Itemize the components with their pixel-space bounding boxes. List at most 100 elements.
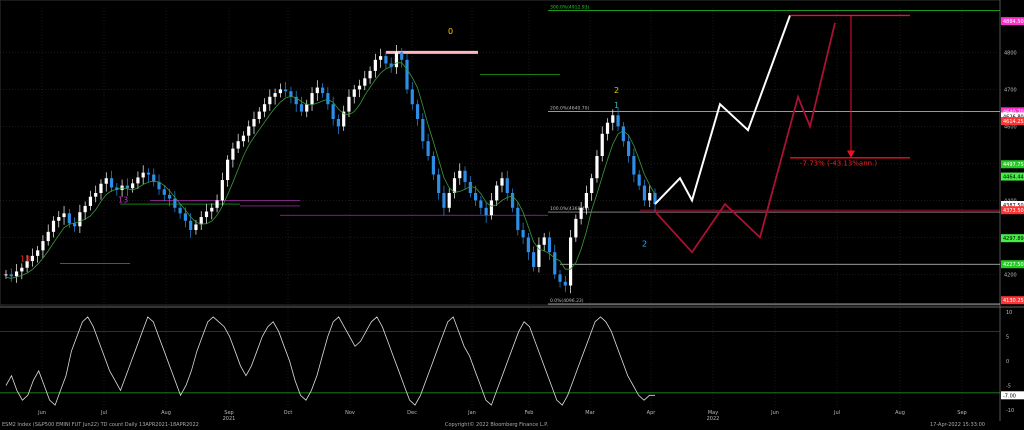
candle-body (273, 93, 277, 97)
price-chart: 4200430044004500460047004800-10-50510Jun… (0, 0, 1024, 421)
candle-body (162, 189, 166, 195)
td-count-2-label: 2 (614, 86, 619, 95)
candle-body (30, 255, 34, 262)
candle-body (9, 274, 13, 277)
footer-security-label: ESM2 Index (S&P500 EMINI FUT Jun22) TD c… (2, 422, 199, 428)
candle-body (173, 198, 177, 208)
price-tag-label: 4614.25 (1003, 119, 1024, 125)
candle-body (210, 207, 214, 212)
candle-body (627, 141, 631, 156)
candle-body (231, 148, 235, 160)
candle-body (310, 93, 314, 105)
td-count-13-label: 13 (20, 254, 30, 263)
y-tick-label: 4600 (1004, 124, 1017, 130)
candle-body (320, 87, 325, 94)
candle-body (621, 126, 625, 142)
candle-body (357, 85, 362, 90)
candle-body (526, 237, 530, 253)
x-tick-label: Dec (407, 410, 417, 416)
td-count-2-label: 2 (642, 240, 647, 249)
candle-body (426, 141, 430, 156)
price-tag-label: 4227.50 (1003, 262, 1024, 268)
candle-body (479, 200, 483, 208)
candle-body (484, 207, 488, 216)
candle-body (109, 178, 114, 188)
chart-window: 4200430044004500460047004800-10-50510Jun… (0, 0, 1024, 430)
candle-body (368, 70, 372, 79)
x-tick-label: Jun (770, 410, 779, 416)
candle-body (363, 78, 367, 86)
candle-body (458, 170, 462, 179)
candle-body (178, 207, 182, 214)
x-tick-label: Nov (345, 410, 355, 416)
oscillator-line (5, 316, 655, 406)
candle-body (236, 141, 240, 149)
candle-body (521, 230, 525, 238)
candle-body (500, 178, 504, 186)
candle-body (36, 250, 40, 256)
candle-body (563, 281, 567, 286)
fib-level-label: 300.0%(4912.93) (550, 5, 590, 11)
candle-body (88, 196, 93, 206)
candle-body (400, 52, 404, 60)
candle-body (204, 211, 209, 218)
candle-body (468, 181, 472, 193)
candle-body (648, 193, 652, 201)
candle-body (542, 237, 546, 245)
candle-body (510, 193, 515, 208)
candle-body (605, 122, 610, 134)
fib-level-label: 0.0%(4096.23) (550, 298, 584, 304)
candle-body (463, 170, 467, 182)
candle-body (505, 178, 509, 193)
candle-body (189, 220, 193, 230)
candle-body (553, 252, 557, 275)
candle-body (141, 172, 145, 178)
candle-body (579, 207, 583, 219)
fib-level-label: 100.0%(4368.46) (550, 206, 590, 212)
x-tick-label: Feb (525, 410, 534, 416)
candle-body (46, 231, 50, 242)
candle-body (67, 213, 71, 224)
candle-body (489, 200, 494, 216)
candle-body (394, 52, 399, 68)
candle-body (474, 193, 478, 201)
candle-body (194, 224, 198, 230)
candle-body (262, 104, 267, 112)
candle-body (284, 89, 288, 92)
price-tag-label: 4884.50 (1003, 19, 1024, 25)
candle-body (278, 89, 282, 94)
candle-body (384, 56, 388, 64)
candle-body (241, 135, 246, 142)
candle-body (257, 111, 261, 119)
candle-body (125, 185, 129, 189)
candle-body (452, 178, 457, 193)
candle-body (62, 213, 66, 218)
candle-body (104, 178, 108, 184)
td-count-0-label: 0 (448, 27, 453, 36)
candle-body (167, 194, 172, 199)
candle-body (136, 177, 140, 184)
x-tick-label: Jul (833, 410, 840, 416)
td-count-1-label: 1 (614, 101, 619, 110)
candle-body (421, 119, 425, 142)
candle-body (590, 178, 594, 193)
y-tick-label: 4800 (1004, 50, 1017, 56)
candle-body (532, 252, 536, 267)
projection-percent-label: -7.73% (-43.13%ann.) (800, 159, 877, 167)
candle-body (584, 193, 589, 208)
candle-body (326, 93, 330, 105)
candle-body (600, 133, 604, 156)
candle-body (226, 159, 230, 181)
footer-bar: ESM2 Index (S&P500 EMINI FUT Jun22) TD c… (0, 421, 1024, 430)
candle-body (305, 104, 309, 112)
candle-body (431, 156, 435, 175)
osc-y-tick-label: -5 (1006, 384, 1011, 390)
candle-body (611, 115, 615, 123)
candle-body (379, 56, 383, 60)
candle-body (72, 223, 77, 227)
osc-y-tick-label: 0 (1006, 359, 1009, 365)
candle-body (14, 271, 19, 277)
footer-timestamp: 17-Apr-2022 15:33:00 (930, 422, 985, 428)
osc-value-label: -7.00 (1003, 393, 1016, 399)
x-tick-label: Jul (100, 410, 107, 416)
